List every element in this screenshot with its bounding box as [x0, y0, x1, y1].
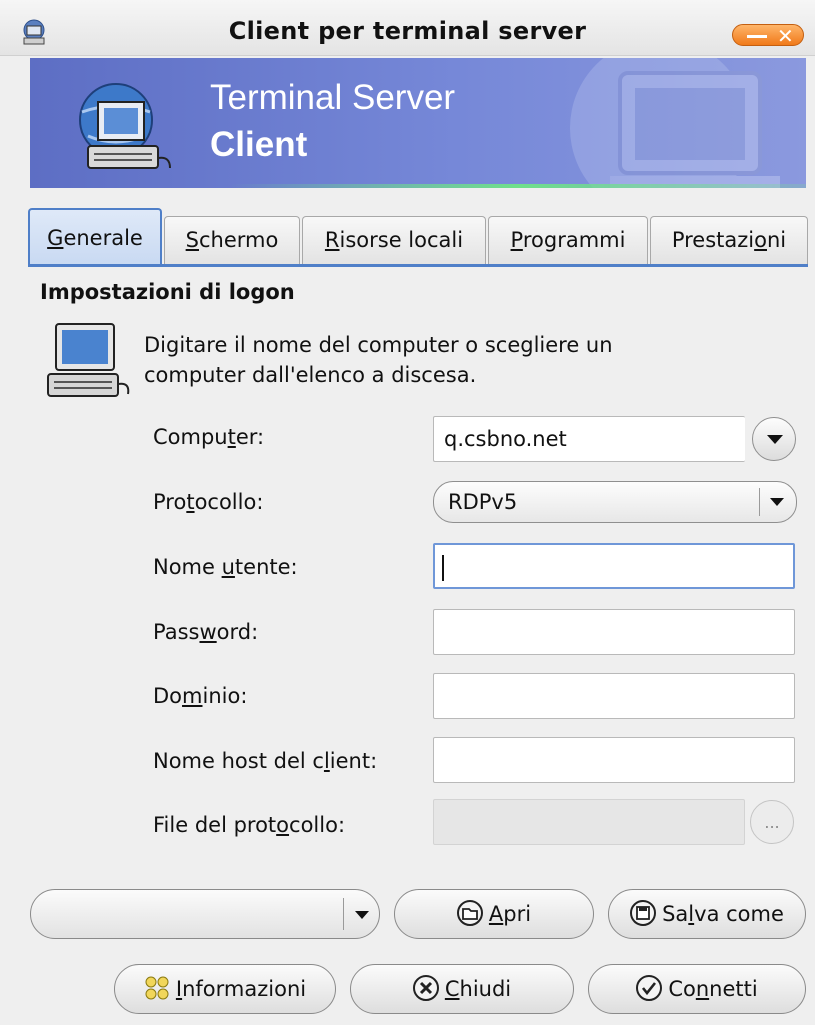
title-bar[interactable]: Client per terminal server ✕ — [0, 0, 815, 56]
client-hostname-label: Nome host del client: — [153, 749, 378, 773]
password-input[interactable] — [433, 609, 795, 655]
window-controls: ✕ — [732, 24, 804, 48]
tab-bar: Generale Schermo Risorse locali Programm… — [28, 208, 808, 266]
computer-icon — [47, 323, 130, 397]
banner-title-line1: Terminal Server — [210, 78, 456, 117]
logon-description: Digitare il nome del computer o sceglier… — [144, 333, 613, 387]
tab-schermo[interactable]: Schermo — [164, 216, 300, 266]
tab-generale[interactable]: Generale — [28, 208, 162, 266]
close-window-button[interactable]: ✕ — [777, 24, 794, 48]
password-label: Password: — [153, 620, 259, 644]
minimize-button[interactable] — [747, 35, 767, 38]
browse-file-button[interactable]: ... — [750, 800, 794, 844]
protocol-select[interactable]: RDPv5 — [433, 481, 797, 523]
window-title: Client per terminal server — [228, 17, 587, 45]
info-button[interactable]: Informazioni — [114, 964, 336, 1014]
computer-dropdown-button[interactable] — [752, 417, 796, 461]
connect-button[interactable]: Connetti — [588, 964, 806, 1014]
username-input[interactable] — [433, 543, 795, 589]
tab-prestazioni[interactable]: Prestazioni — [650, 216, 808, 266]
client-hostname-input[interactable] — [433, 737, 795, 783]
chevron-down-icon — [355, 911, 369, 919]
computer-input[interactable]: q.csbno.net — [433, 416, 745, 462]
terminal-server-client-window: Client per terminal server ✕ Terminal Se… — [0, 0, 815, 1025]
protocol-file-label: File del protocollo: — [153, 813, 346, 837]
computer-label: Computer: — [153, 425, 265, 449]
tab-underline — [28, 264, 808, 267]
protocol-label: Protocollo: — [153, 490, 264, 514]
tab-risorse-locali[interactable]: Risorse locali — [302, 216, 486, 266]
logon-settings-title: Impostazioni di logon — [40, 280, 295, 304]
close-button[interactable]: Chiudi — [350, 964, 574, 1014]
chevron-down-icon — [767, 435, 783, 444]
open-folder-icon — [456, 900, 483, 926]
save-icon — [630, 900, 657, 926]
save-as-button[interactable]: Salva come — [608, 889, 806, 939]
header-banner: Terminal Server Client — [30, 58, 806, 188]
domain-input[interactable] — [433, 673, 795, 719]
checkmark-icon — [636, 975, 663, 1001]
tab-programmi[interactable]: Programmi — [488, 216, 648, 266]
banner-accent-line — [230, 184, 806, 188]
computer-watermark-icon — [570, 58, 780, 188]
protocol-file-input[interactable] — [433, 799, 745, 845]
info-icon — [145, 976, 169, 1000]
saved-connections-select[interactable] — [30, 889, 380, 939]
terminal-globe-icon — [79, 83, 171, 169]
chevron-down-icon — [770, 498, 784, 506]
cancel-icon — [412, 975, 439, 1001]
domain-label: Dominio: — [153, 684, 248, 708]
username-label: Nome utente: — [153, 555, 298, 579]
text-caret — [442, 555, 444, 581]
banner-title-line2: Client — [210, 125, 308, 164]
open-button[interactable]: Apri — [394, 889, 594, 939]
